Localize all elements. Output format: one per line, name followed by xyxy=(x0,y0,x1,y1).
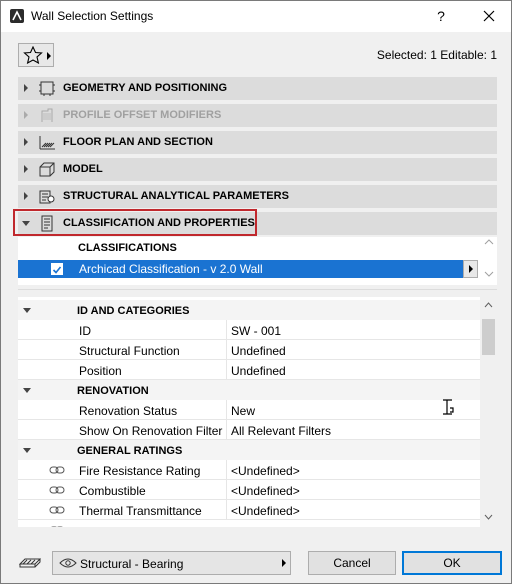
column-divider xyxy=(226,460,227,480)
scrollbar-thumb[interactable] xyxy=(482,319,495,355)
chevron-right-icon xyxy=(282,559,286,567)
close-icon[interactable] xyxy=(477,5,501,27)
column-divider xyxy=(226,340,227,360)
section-label: GEOMETRY AND POSITIONING xyxy=(63,82,227,94)
column-divider xyxy=(226,480,227,500)
chevron-down-icon xyxy=(23,388,31,393)
divider xyxy=(18,289,497,290)
chevron-right-icon xyxy=(24,165,28,173)
property-row[interactable] xyxy=(18,520,480,527)
scroll-up-icon[interactable] xyxy=(480,299,497,311)
chevron-right-icon xyxy=(24,84,28,92)
cancel-button[interactable]: Cancel xyxy=(308,551,396,575)
column-divider xyxy=(226,400,227,420)
property-row[interactable]: Combustible <Undefined> xyxy=(18,480,480,500)
chevron-down-icon xyxy=(23,308,31,313)
classification-picker-button[interactable] xyxy=(463,260,478,278)
property-name: Position xyxy=(79,364,122,378)
column-divider xyxy=(226,360,227,380)
property-group-title: ID AND CATEGORIES xyxy=(77,305,190,317)
section-structural-analytical[interactable]: STRUCTURAL ANALYTICAL PARAMETERS xyxy=(18,185,497,208)
section-label: MODEL xyxy=(63,163,103,175)
geometry-icon xyxy=(39,81,55,96)
title-bar: Wall Selection Settings ? xyxy=(1,1,511,32)
property-value[interactable]: SW - 001 xyxy=(231,324,281,338)
scroll-down-icon[interactable] xyxy=(480,511,497,523)
text-cursor-icon xyxy=(443,399,454,415)
column-divider xyxy=(226,420,227,440)
property-name: Thermal Transmittance xyxy=(79,504,202,518)
property-group-title: RENOVATION xyxy=(77,385,149,397)
property-value[interactable]: Undefined xyxy=(231,364,286,378)
property-group-header[interactable]: ID AND CATEGORIES xyxy=(18,300,480,320)
window-title: Wall Selection Settings xyxy=(31,9,154,23)
classifications-header: CLASSIFICATIONS xyxy=(78,242,177,254)
profile-offset-icon xyxy=(41,108,53,122)
section-model[interactable]: MODEL xyxy=(18,158,497,181)
chevron-right-icon xyxy=(47,52,51,60)
column-divider xyxy=(226,320,227,340)
property-name: Fire Resistance Rating xyxy=(79,464,201,478)
property-row[interactable]: Thermal Transmittance <Undefined> xyxy=(18,500,480,520)
archicad-app-icon xyxy=(10,9,24,23)
classifications-panel: CLASSIFICATIONS Archicad Classification … xyxy=(18,237,497,285)
column-divider xyxy=(226,500,227,520)
section-label: FLOOR PLAN AND SECTION xyxy=(63,136,213,148)
dialog-window: Wall Selection Settings ? Selected: 1 Ed… xyxy=(0,0,512,584)
properties-panel: ID AND CATEGORIES ID SW - 001 Structural… xyxy=(18,297,497,527)
layer-name: Structural - Bearing xyxy=(80,557,184,571)
model-icon xyxy=(39,162,55,177)
property-row[interactable]: Fire Resistance Rating <Undefined> xyxy=(18,460,480,480)
star-icon xyxy=(23,46,43,64)
wall-tool-icon xyxy=(19,558,41,568)
section-floor-plan-section[interactable]: FLOOR PLAN AND SECTION xyxy=(18,131,497,154)
property-name: Renovation Status xyxy=(79,404,178,418)
property-name: Combustible xyxy=(79,484,146,498)
classification-text: Archicad Classification - v 2.0 Wall xyxy=(79,262,263,276)
property-row[interactable]: ID SW - 001 xyxy=(18,320,480,340)
chevron-right-icon xyxy=(24,138,28,146)
section-label: PROFILE OFFSET MODIFIERS xyxy=(63,109,222,121)
property-row[interactable]: Structural Function Undefined xyxy=(18,340,480,360)
property-value[interactable]: Undefined xyxy=(231,344,286,358)
property-group-title: GENERAL RATINGS xyxy=(77,445,183,457)
eye-icon xyxy=(59,558,77,568)
link-icon xyxy=(49,486,65,494)
checkmark-icon xyxy=(52,266,62,274)
property-value[interactable]: New xyxy=(231,404,255,418)
chevron-right-icon xyxy=(24,192,28,200)
chevron-down-icon xyxy=(23,448,31,453)
property-name: Structural Function xyxy=(79,344,180,358)
help-button[interactable]: ? xyxy=(429,5,453,27)
link-icon xyxy=(49,466,65,474)
classification-row[interactable]: Archicad Classification - v 2.0 Wall xyxy=(18,260,463,278)
selection-count: Selected: 1 Editable: 1 xyxy=(376,48,497,62)
property-value[interactable]: All Relevant Filters xyxy=(231,424,331,438)
property-row[interactable]: Renovation Status New xyxy=(18,400,480,420)
chevron-right-icon xyxy=(24,111,28,119)
property-name: Show On Renovation Filter xyxy=(79,424,223,438)
structural-analytical-icon xyxy=(39,190,55,204)
classification-scrollbar[interactable] xyxy=(481,237,497,285)
highlight-annotation xyxy=(13,209,257,236)
property-row[interactable]: Position Undefined xyxy=(18,360,480,380)
ok-button[interactable]: OK xyxy=(402,551,502,575)
property-group-header[interactable]: GENERAL RATINGS xyxy=(18,440,480,460)
property-group-header[interactable]: RENOVATION xyxy=(18,380,480,400)
link-icon xyxy=(51,526,63,527)
properties-scrollbar[interactable] xyxy=(480,297,497,527)
property-name: ID xyxy=(79,324,91,338)
property-value[interactable]: <Undefined> xyxy=(231,504,300,518)
section-profile-offset-modifiers: PROFILE OFFSET MODIFIERS xyxy=(18,104,497,127)
property-value[interactable]: <Undefined> xyxy=(231,464,300,478)
classification-checkbox[interactable] xyxy=(51,263,63,275)
link-icon xyxy=(49,506,65,514)
favorites-button[interactable] xyxy=(18,43,54,67)
property-value[interactable]: <Undefined> xyxy=(231,484,300,498)
section-label: STRUCTURAL ANALYTICAL PARAMETERS xyxy=(63,190,289,202)
section-geometry-positioning[interactable]: GEOMETRY AND POSITIONING xyxy=(18,77,497,100)
floor-plan-icon xyxy=(39,136,55,150)
property-row[interactable]: Show On Renovation Filter All Relevant F… xyxy=(18,420,480,440)
layer-dropdown[interactable]: Structural - Bearing xyxy=(52,551,291,575)
